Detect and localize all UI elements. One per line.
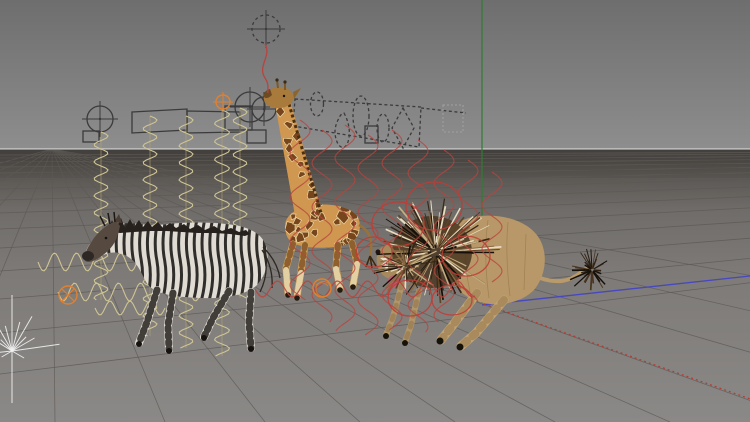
viewport-3d	[0, 0, 750, 422]
giraffe-eye	[283, 95, 285, 97]
sky-background	[0, 0, 750, 151]
zebra-eye	[105, 237, 108, 240]
giraffe-ossicone-knob	[275, 78, 278, 81]
giraffe-ossicone-knob	[283, 80, 286, 83]
zebra-muzzle	[82, 251, 94, 261]
scene-canvas	[0, 0, 750, 422]
